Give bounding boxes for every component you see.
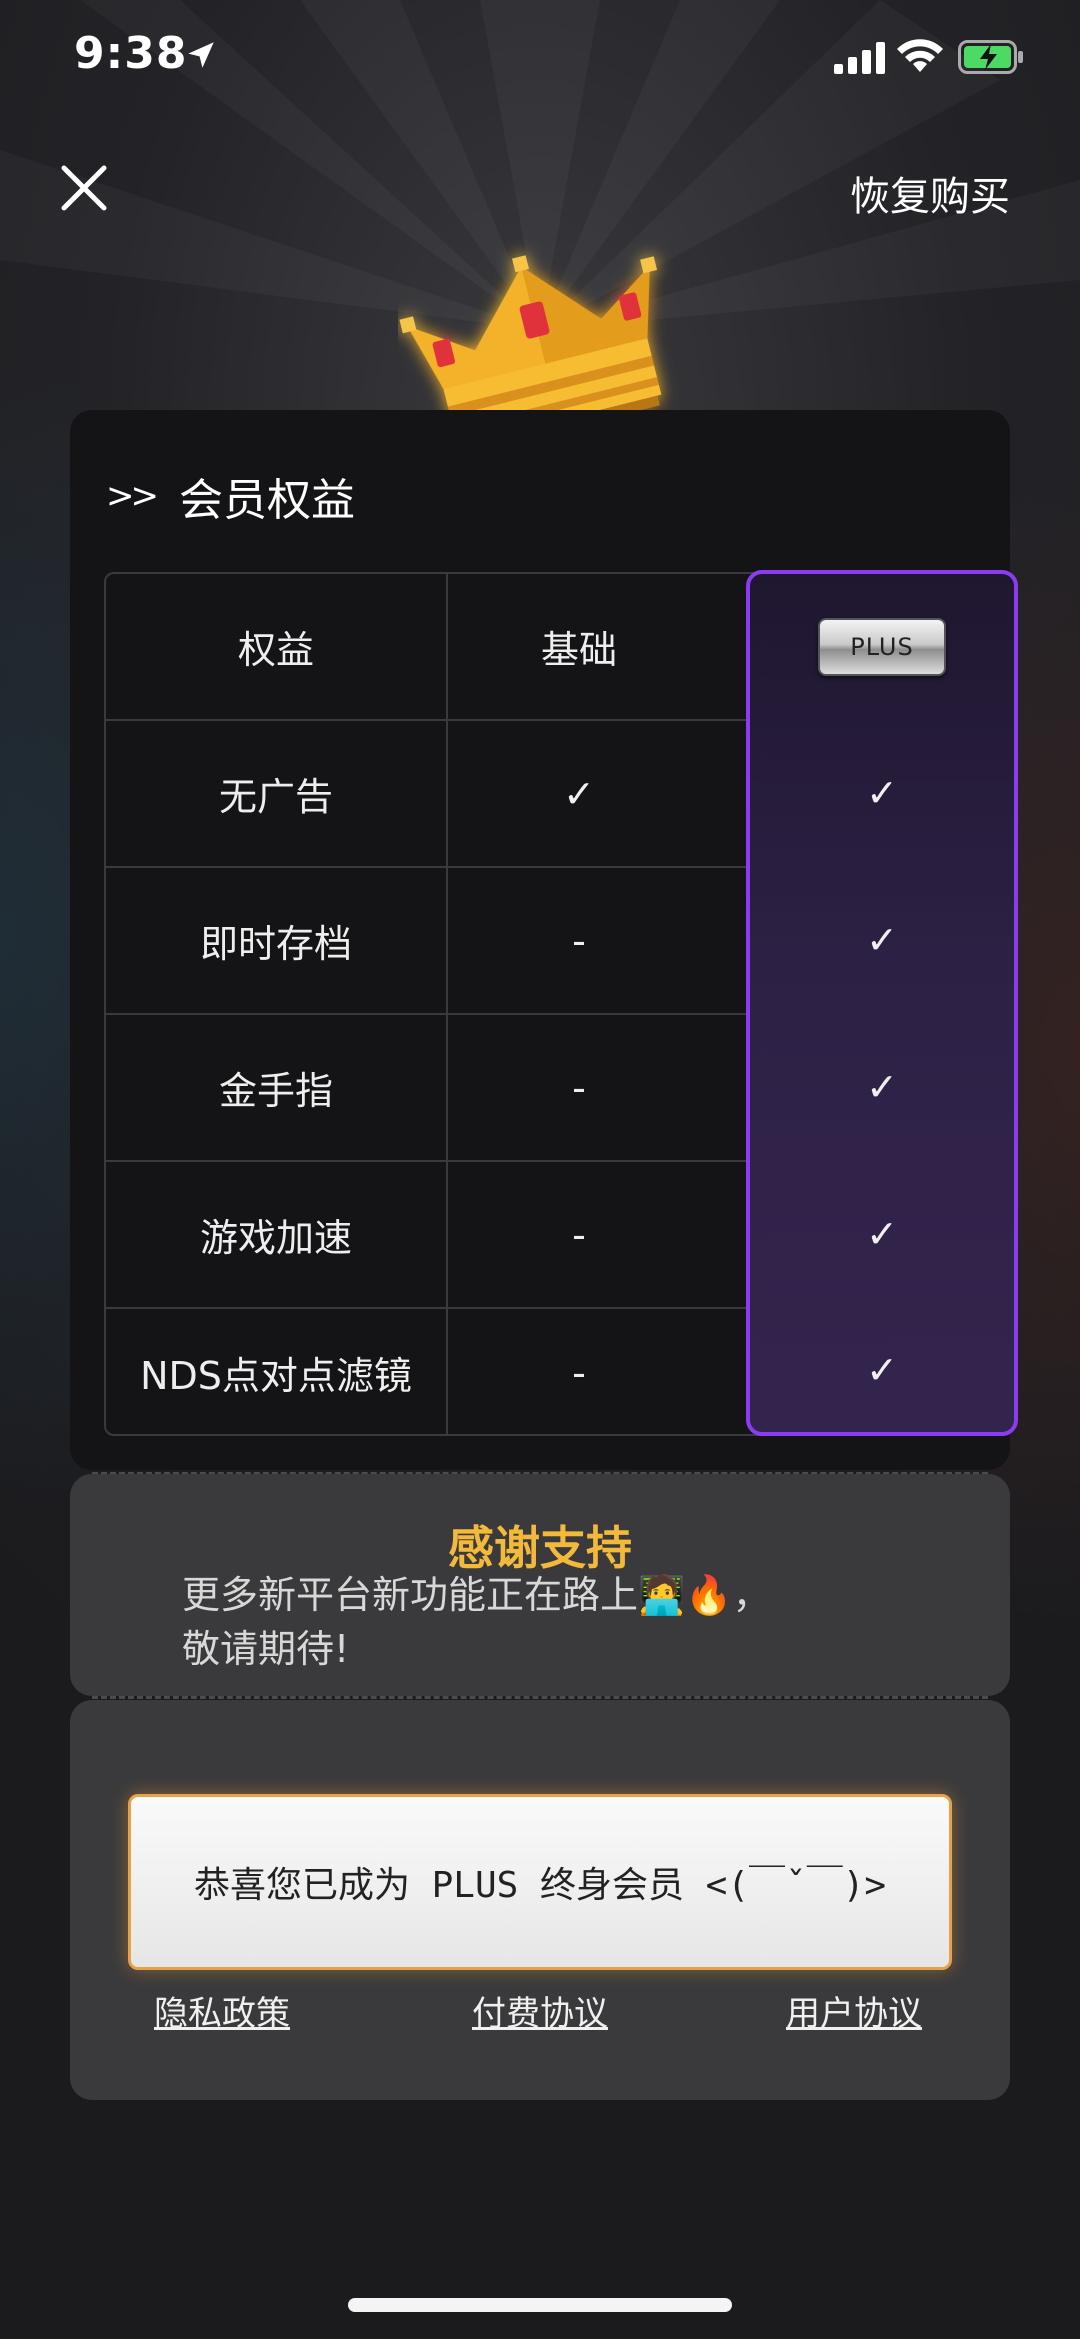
benefits-header: >> 会员权益	[106, 464, 355, 528]
thanks-card: 感谢支持 更多新平台新功能正在路上🧑‍💻🔥， 敬请期待!	[70, 1474, 1010, 1696]
privacy-policy-link[interactable]: 隐私政策	[154, 1986, 290, 2035]
thanks-line-1: 更多新平台新功能正在路上🧑‍💻🔥，	[182, 1573, 771, 1617]
basic-value: -	[572, 1212, 586, 1257]
location-arrow-icon	[188, 42, 214, 68]
column-header-basic: 基础	[540, 628, 617, 672]
benefit-name: 即时存档	[106, 868, 448, 1013]
benefit-name: 金手指	[106, 1015, 448, 1160]
benefits-card: >> 会员权益 权益 基础 无广告 ✓ 即时存档 - 金手指 - 游戏加速 - …	[70, 410, 1018, 1470]
basic-value: -	[572, 1350, 586, 1395]
basic-value: -	[572, 1065, 586, 1110]
thanks-message: 更多新平台新功能正在路上🧑‍💻🔥， 敬请期待!	[182, 1568, 882, 1676]
plus-header-cell: PLUS	[750, 574, 1014, 719]
plus-column-highlight: PLUS ✓ ✓ ✓ ✓ ✓	[746, 570, 1018, 1436]
home-indicator[interactable]	[348, 2298, 732, 2312]
plus-value: ✓	[866, 917, 898, 962]
plus-value: ✓	[866, 1347, 898, 1392]
benefit-name: 游戏加速	[106, 1162, 448, 1307]
dashed-divider	[92, 1696, 988, 1699]
user-agreement-link[interactable]: 用户协议	[786, 1986, 922, 2035]
wifi-icon	[897, 39, 943, 72]
column-header-benefit: 权益	[106, 574, 448, 719]
plus-value: ✓	[866, 770, 898, 815]
plus-value: ✓	[866, 1211, 898, 1256]
battery-charging-icon	[958, 40, 1023, 74]
benefit-name: 无广告	[106, 721, 448, 866]
plus-badge: PLUS	[818, 617, 946, 676]
basic-value: ✓	[563, 771, 595, 816]
double-chevron-icon: >>	[106, 476, 159, 516]
cellular-signal-icon	[834, 42, 885, 74]
lifetime-member-button[interactable]: 恭喜您已成为 PLUS 终身会员 <(￣ˇ￣)>	[128, 1794, 952, 1970]
basic-value: -	[572, 918, 586, 963]
benefit-name: NDS点对点滤镜	[106, 1309, 448, 1436]
status-time: 9:38	[74, 28, 188, 79]
payment-agreement-link[interactable]: 付费协议	[472, 1986, 608, 2035]
purchase-card: 恭喜您已成为 PLUS 终身会员 <(￣ˇ￣)> 隐私政策 付费协议 用户协议	[70, 1700, 1010, 2100]
thanks-line-2: 敬请期待!	[182, 1627, 350, 1671]
status-bar: 9:38	[0, 0, 1080, 120]
close-icon[interactable]	[56, 160, 112, 216]
plus-value: ✓	[866, 1064, 898, 1109]
restore-purchase-button[interactable]: 恢复购买	[850, 164, 1010, 222]
benefits-title: 会员权益	[178, 475, 355, 526]
